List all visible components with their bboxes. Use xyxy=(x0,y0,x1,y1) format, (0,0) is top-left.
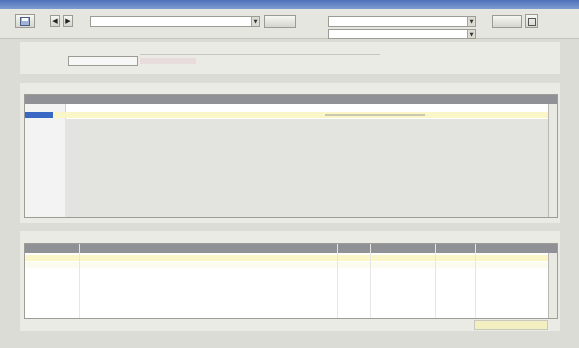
row-number-column xyxy=(25,104,66,217)
save-icon xyxy=(20,17,30,26)
chevron-down-icon[interactable]: ▼ xyxy=(467,30,475,38)
previous-button[interactable]: ◀ xyxy=(50,15,60,27)
lower-grid-scrollbar[interactable] xyxy=(548,253,557,318)
status-value xyxy=(140,58,196,64)
title-bar xyxy=(0,0,579,9)
save-button[interactable] xyxy=(15,14,35,28)
column-divider xyxy=(475,244,476,318)
submit-button[interactable] xyxy=(264,15,296,28)
filter-field-1[interactable]: ▼ xyxy=(328,16,476,27)
upper-grid xyxy=(24,94,558,218)
column-divider xyxy=(337,244,338,318)
toolbar: ◀ ▶ ▼ ▼ ▼ xyxy=(0,9,579,39)
total-field xyxy=(474,320,548,330)
column-divider xyxy=(370,244,371,318)
action-button[interactable] xyxy=(492,15,522,28)
selected-cell[interactable] xyxy=(25,112,53,118)
column-divider xyxy=(79,244,80,318)
arrow-left-icon: ◀ xyxy=(52,17,58,25)
chevron-down-icon[interactable]: ▼ xyxy=(467,17,475,26)
upper-grid-body xyxy=(65,119,548,217)
next-button[interactable]: ▶ xyxy=(63,15,73,27)
search-field[interactable]: ▼ xyxy=(90,16,260,27)
header-divider xyxy=(140,54,380,55)
chevron-down-icon[interactable]: ▼ xyxy=(251,17,259,26)
application-window: ◀ ▶ ▼ ▼ ▼ xyxy=(0,0,579,348)
upper-grid-scrollbar[interactable] xyxy=(548,104,557,217)
arrow-right-icon: ▶ xyxy=(65,17,71,25)
table-row[interactable] xyxy=(25,255,548,261)
print-icon xyxy=(527,18,536,26)
print-button[interactable] xyxy=(525,14,538,28)
header-panel xyxy=(20,42,560,74)
lower-grid-header xyxy=(25,244,557,253)
column-divider xyxy=(435,244,436,318)
status-field[interactable] xyxy=(68,56,138,66)
table-row-selected[interactable] xyxy=(25,112,548,118)
table-row[interactable] xyxy=(25,262,548,268)
row-cell-value xyxy=(325,114,425,116)
upper-grid-header xyxy=(25,95,557,104)
lower-grid xyxy=(24,243,558,319)
filter-field-2[interactable]: ▼ xyxy=(328,29,476,39)
